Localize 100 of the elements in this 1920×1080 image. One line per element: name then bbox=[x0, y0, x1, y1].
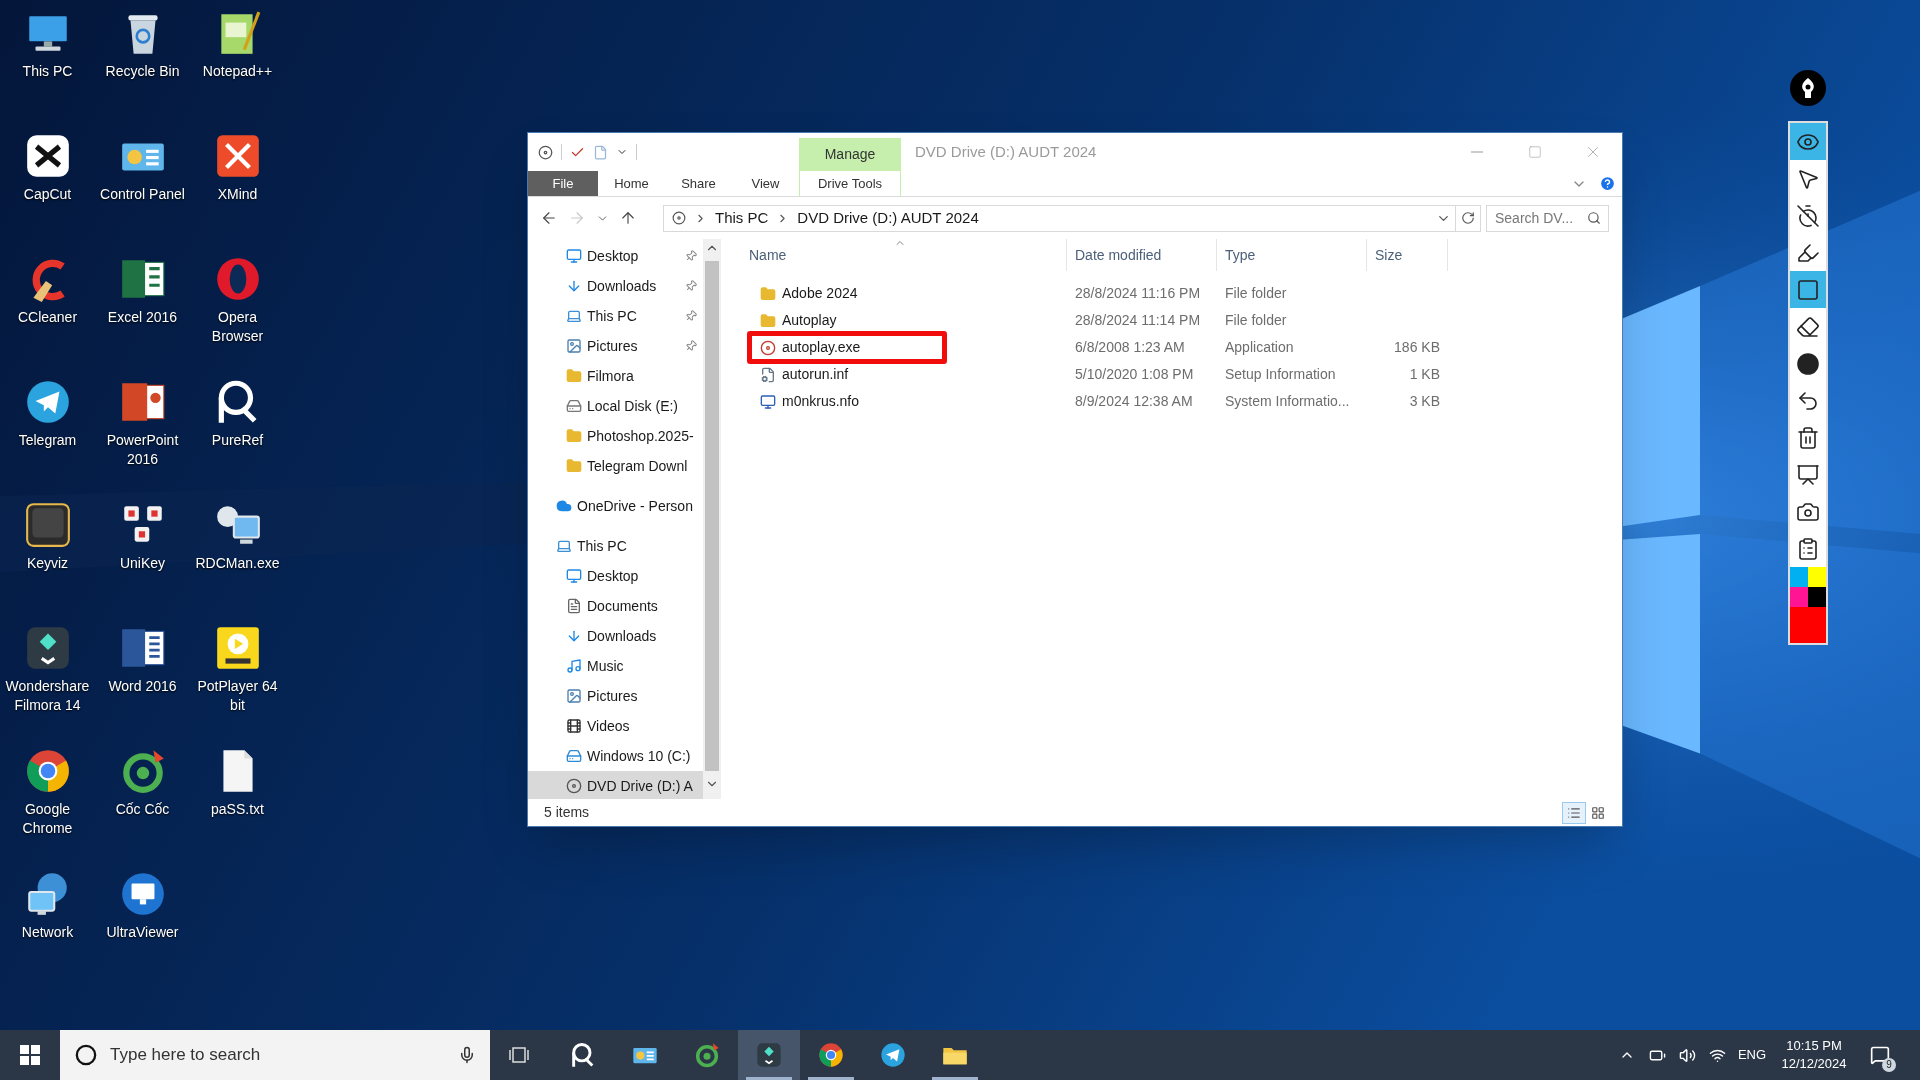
color-swatch[interactable] bbox=[1790, 567, 1808, 587]
desktop-shortcut[interactable]: Telegram bbox=[0, 377, 95, 500]
desktop-shortcut[interactable]: Wondershare Filmora 14 bbox=[0, 623, 95, 746]
drive-icon bbox=[566, 748, 582, 764]
address-bar[interactable]: This PC DVD Drive (D:) AUDT 2024 bbox=[663, 204, 1456, 232]
clipboard-icon bbox=[1796, 536, 1820, 561]
file-name: Adobe 2024 bbox=[782, 284, 858, 303]
file-name: Autoplay bbox=[782, 311, 837, 330]
image-icon bbox=[566, 688, 582, 704]
desktop-shortcut[interactable]: Word 2016 bbox=[95, 623, 190, 746]
nav-item[interactable]: Downloads bbox=[528, 621, 703, 651]
nav-item[interactable]: Photoshop.2025- bbox=[528, 421, 703, 451]
breadcrumb-item[interactable]: This PC bbox=[715, 206, 769, 230]
desktop-shortcut[interactable]: paSS.txt bbox=[190, 746, 285, 869]
up-button[interactable] bbox=[619, 209, 637, 227]
desktop-shortcut[interactable]: This PC bbox=[0, 8, 95, 131]
nav-item[interactable]: This PC bbox=[528, 301, 703, 331]
ribbon-tab[interactable]: Share bbox=[665, 171, 732, 196]
film-icon bbox=[566, 718, 582, 734]
action-center-button[interactable]: 9 bbox=[1856, 1030, 1904, 1080]
desktop-shortcut[interactable]: UltraViewer bbox=[95, 869, 190, 992]
column-header[interactable]: Name bbox=[721, 239, 1067, 271]
current-color-swatch[interactable] bbox=[1790, 607, 1826, 643]
image-icon bbox=[566, 338, 582, 354]
microphone-icon[interactable] bbox=[458, 1046, 476, 1064]
search-icon bbox=[1587, 210, 1601, 225]
music-note-icon bbox=[566, 658, 582, 674]
tool-button[interactable] bbox=[1790, 123, 1826, 160]
file-row[interactable]: m0nkrus.nfo 8/9/2024 12:38 AM System Informatio... 3 KB bbox=[721, 388, 1622, 415]
nav-item[interactable]: Desktop bbox=[528, 241, 703, 271]
desktop-shortcut[interactable]: PotPlayer 64 bit bbox=[190, 623, 285, 746]
color-swatch[interactable] bbox=[1808, 587, 1826, 607]
clock[interactable]: 10:15 PM 12/12/2024 bbox=[1772, 1030, 1856, 1080]
nav-item[interactable]: Telegram Downl bbox=[528, 451, 703, 481]
column-header[interactable]: Date modified bbox=[1067, 239, 1217, 271]
nav-item[interactable]: Windows 10 (C:) bbox=[528, 741, 703, 771]
refresh-button[interactable] bbox=[1456, 204, 1481, 232]
desktop-shortcut[interactable]: PureRef bbox=[190, 377, 285, 500]
nav-item[interactable]: This PC bbox=[528, 531, 703, 561]
color-swatch[interactable] bbox=[1790, 587, 1808, 607]
nav-item[interactable]: Downloads bbox=[528, 271, 703, 301]
file-size: 1 KB bbox=[1408, 365, 1441, 384]
date-modified: 28/8/2024 11:14 PM bbox=[1074, 311, 1202, 330]
file-row[interactable]: Autoplay 28/8/2024 11:14 PM File folder bbox=[721, 307, 1622, 334]
square-icon bbox=[1796, 277, 1820, 302]
column-header[interactable]: Type bbox=[1217, 239, 1367, 271]
paper-plane-icon bbox=[879, 1041, 907, 1069]
help-icon[interactable] bbox=[1599, 175, 1616, 192]
desktop-shortcut[interactable]: XMind bbox=[190, 131, 285, 254]
desktop-shortcut[interactable]: Google Chrome bbox=[0, 746, 95, 869]
ribbon-tab[interactable]: Home bbox=[598, 171, 665, 196]
grid-icon bbox=[1591, 805, 1605, 820]
date-modified: 28/8/2024 11:16 PM bbox=[1074, 284, 1202, 303]
desktop-shortcut[interactable]: Excel 2016 bbox=[95, 254, 190, 377]
folder-icon bbox=[566, 368, 582, 384]
trash-icon bbox=[1796, 425, 1820, 450]
desktop-shortcut[interactable]: Notepad++ bbox=[190, 8, 285, 131]
file-row[interactable]: Adobe 2024 28/8/2024 11:16 PM File folder bbox=[721, 280, 1622, 307]
nav-item[interactable]: OneDrive - Person bbox=[528, 491, 703, 521]
nav-item[interactable]: Documents bbox=[528, 591, 703, 621]
file-name: m0nkrus.nfo bbox=[782, 392, 860, 411]
ribbon-tab[interactable]: File bbox=[528, 171, 598, 196]
nav-item[interactable]: Local Disk (E:) bbox=[528, 391, 703, 421]
ribbon-tab[interactable]: View bbox=[732, 171, 799, 196]
desktop-shortcut[interactable]: CapCut bbox=[0, 131, 95, 254]
desktop-shortcut[interactable]: Opera Browser bbox=[190, 254, 285, 377]
breadcrumb-item[interactable]: DVD Drive (D:) AUDT 2024 bbox=[797, 206, 979, 230]
desktop-shortcut[interactable]: RDCMan.exe bbox=[190, 500, 285, 623]
scrollbar[interactable] bbox=[703, 239, 721, 799]
desktop-shortcut[interactable]: Keyviz bbox=[0, 500, 95, 623]
nav-item[interactable]: Music bbox=[528, 651, 703, 681]
nav-item[interactable]: Videos bbox=[528, 711, 703, 741]
color-swatch[interactable] bbox=[1808, 567, 1826, 587]
nav-item[interactable]: DVD Drive (D:) A bbox=[528, 771, 703, 799]
ribbon-tab[interactable]: Drive Tools bbox=[799, 171, 901, 196]
nav-item[interactable]: Pictures bbox=[528, 331, 703, 361]
file-row[interactable]: autoplay.exe 6/8/2008 1:23 AM Application 186 KB bbox=[721, 334, 1622, 361]
back-button[interactable] bbox=[540, 209, 558, 227]
desktop-shortcut[interactable]: PowerPoint 2016 bbox=[95, 377, 190, 500]
nav-item[interactable]: Filmora bbox=[528, 361, 703, 391]
desktop-shortcut[interactable]: Cốc Cốc bbox=[95, 746, 190, 869]
taskbar-search-field[interactable]: Type here to search bbox=[60, 1030, 490, 1080]
desktop-shortcut[interactable]: CCleaner bbox=[0, 254, 95, 377]
list-icon bbox=[1567, 805, 1581, 820]
file-row[interactable]: autorun.inf 5/10/2020 1:08 PM Setup Information 1 KB bbox=[721, 361, 1622, 388]
disc-icon[interactable] bbox=[538, 144, 553, 160]
date-modified: 5/10/2020 1:08 PM bbox=[1074, 365, 1195, 384]
desktop-shortcut[interactable]: Control Panel bbox=[95, 131, 190, 254]
desktop-shortcut[interactable]: UniKey bbox=[95, 500, 190, 623]
taskbar-app-button[interactable] bbox=[738, 1030, 800, 1080]
column-header[interactable]: Size bbox=[1367, 239, 1448, 271]
settings-file-icon bbox=[760, 366, 776, 383]
search-field[interactable]: Search DV... bbox=[1486, 204, 1609, 232]
folder-icon bbox=[566, 458, 582, 474]
desktop-shortcut[interactable]: Network bbox=[0, 869, 95, 992]
details-view-button[interactable] bbox=[1562, 801, 1586, 824]
desktop-shortcut[interactable]: Recycle Bin bbox=[95, 8, 190, 131]
nav-item[interactable]: Pictures bbox=[528, 681, 703, 711]
nav-item[interactable]: Desktop bbox=[528, 561, 703, 591]
language-indicator[interactable]: ENG bbox=[1732, 1030, 1772, 1080]
